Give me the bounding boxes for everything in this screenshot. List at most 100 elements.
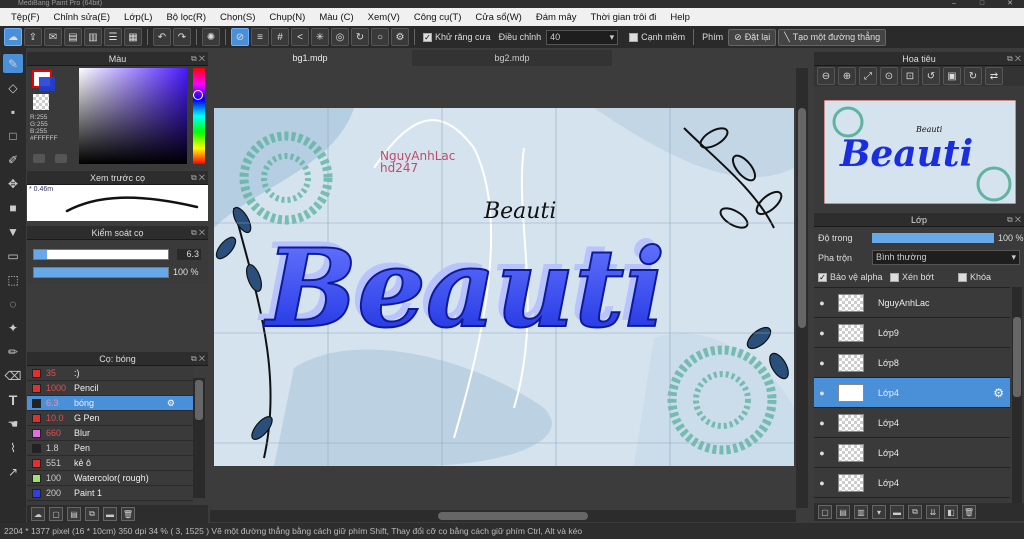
layer-row[interactable]: ● Lớp4 — [814, 408, 1010, 438]
lock-checkbox[interactable]: Khóa — [958, 272, 991, 283]
menu-snap[interactable]: Chụp(N) — [262, 12, 312, 23]
folder-icon[interactable]: ▬ — [103, 507, 117, 521]
select-eraser-icon[interactable]: ⌫ — [3, 366, 23, 385]
actual-size-icon[interactable]: ⊡ — [901, 67, 919, 85]
tab-bg1[interactable]: bg1.mdp — [210, 50, 410, 66]
color-pick-icon[interactable] — [55, 154, 67, 163]
flip-icon[interactable]: ⇄ — [985, 67, 1003, 85]
edge-checkbox[interactable]: Cạnh mềm — [626, 32, 688, 43]
brush-item[interactable]: 100 Watercolor( rough) — [27, 471, 193, 486]
visibility-icon[interactable]: ● — [814, 418, 830, 428]
menu-tools[interactable]: Công cụ(T) — [407, 12, 469, 23]
share-icon[interactable]: ⇪ — [24, 28, 42, 46]
menu-file[interactable]: Tệp(F) — [4, 12, 47, 23]
new-brush-icon[interactable]: ▢ — [49, 507, 63, 521]
rotate-left-icon[interactable]: ↺ — [922, 67, 940, 85]
brush-item[interactable]: 551 kẻ ô — [27, 456, 193, 471]
menu-view[interactable]: Xem(V) — [361, 12, 407, 23]
dot-tool-icon[interactable]: ▪ — [3, 102, 23, 121]
visibility-icon[interactable]: ● — [814, 448, 830, 458]
page-icon[interactable]: ▥ — [84, 28, 102, 46]
menu-color[interactable]: Màu (C) — [312, 12, 360, 23]
minimize-icon[interactable]: – — [940, 0, 968, 8]
move-tool-icon[interactable]: ✥ — [3, 174, 23, 193]
scrollbar-thumb[interactable] — [1013, 317, 1021, 397]
panel-float-icon[interactable]: ⧉ ✕ — [1007, 52, 1021, 66]
visibility-icon[interactable]: ● — [814, 388, 830, 398]
document-icon[interactable]: ▤ — [64, 28, 82, 46]
snap-ellipse-icon[interactable]: ○ — [371, 28, 389, 46]
snap-grid-icon[interactable]: # — [271, 28, 289, 46]
cloud-download-icon[interactable]: ☁ — [31, 507, 45, 521]
fit-window-icon[interactable]: ▣ — [943, 67, 961, 85]
edit-tool-icon[interactable]: ↗ — [3, 462, 23, 481]
snap-parallel-icon[interactable]: ≡ — [251, 28, 269, 46]
gradient-tool-icon[interactable]: ▭ — [3, 246, 23, 265]
layer-row[interactable]: ● Lớp9 — [814, 318, 1010, 348]
scrollbar-thumb[interactable] — [798, 108, 806, 328]
select-tool-icon[interactable]: ⬚ — [3, 270, 23, 289]
zoom-reset-icon[interactable]: ⊙ — [880, 67, 898, 85]
menu-select[interactable]: Chọn(S) — [213, 12, 262, 23]
eyedropper-tool-icon[interactable]: ⌇ — [3, 438, 23, 457]
rotate-right-icon[interactable]: ↻ — [964, 67, 982, 85]
layer-list-scrollbar[interactable] — [1012, 287, 1022, 503]
comment-icon[interactable]: ✉ — [44, 28, 62, 46]
fit-icon[interactable]: ⤢ — [859, 67, 877, 85]
layer-row[interactable]: ● Lớp4 — [814, 438, 1010, 468]
scrollbar-thumb[interactable] — [438, 512, 588, 520]
line-button[interactable]: ╲ Tạo một đường thẳng — [778, 28, 887, 46]
menu-cloud[interactable]: Đám mây — [529, 12, 584, 23]
snap-radial-icon[interactable]: ✳ — [311, 28, 329, 46]
hand-tool-icon[interactable]: ☚ — [3, 414, 23, 433]
visibility-icon[interactable]: ● — [814, 358, 830, 368]
snap-off-icon[interactable]: ⊘ — [231, 28, 249, 46]
brush-list-scrollbar[interactable] — [193, 378, 205, 498]
brush-item[interactable]: 1000 Pencil — [27, 381, 193, 396]
copy-brush-icon[interactable]: ⧉ — [85, 507, 99, 521]
cloud-icon[interactable]: ☁ — [4, 28, 22, 46]
duplicate-layer-icon[interactable]: ⧉ — [908, 505, 922, 519]
opacity-slider[interactable] — [33, 267, 169, 278]
layer-row[interactable]: ● NguyAnhLac — [814, 288, 1010, 318]
panel-float-icon[interactable]: ⧉ ✕ — [191, 171, 205, 185]
grid-page-icon[interactable]: ▦ — [124, 28, 142, 46]
new-layer-icon[interactable]: ▢ — [818, 505, 832, 519]
hue-slider[interactable] — [193, 68, 205, 164]
trash-icon[interactable]: 🗑 — [962, 505, 976, 519]
layer-row[interactable]: ● Lớp8 — [814, 348, 1010, 378]
fill-rect-tool-icon[interactable]: ■ — [3, 198, 23, 217]
protect-alpha-checkbox[interactable]: ✓ Bảo vệ alpha — [818, 272, 883, 283]
zoom-in-icon[interactable]: ⊕ — [838, 67, 856, 85]
add-layer-menu-icon[interactable]: ▾ — [872, 505, 886, 519]
scrollbar-thumb[interactable] — [195, 380, 203, 420]
snap-circle-icon[interactable]: ◎ — [331, 28, 349, 46]
close-icon[interactable]: ✕ — [996, 0, 1024, 8]
panel-float-icon[interactable]: ⧉ ✕ — [191, 352, 205, 366]
magic-wand-icon[interactable]: ✦ — [3, 318, 23, 337]
navigator-thumbnail[interactable]: Beauti Beauti — [824, 100, 1016, 204]
drawing-canvas[interactable]: NguyAnhLac hd247 Beauti Beauti Beauti — [214, 108, 794, 466]
visibility-icon[interactable]: ● — [814, 328, 830, 338]
panel-float-icon[interactable]: ⧉ ✕ — [1007, 213, 1021, 227]
brush-item[interactable]: 660 Blur — [27, 426, 193, 441]
maximize-icon[interactable]: □ — [968, 0, 996, 8]
saturation-value-picker[interactable] — [79, 68, 187, 164]
brush-item[interactable]: 35:) — [27, 366, 193, 381]
select-pen-icon[interactable]: ✏ — [3, 342, 23, 361]
layer-mask-icon[interactable]: ◧ — [944, 505, 958, 519]
loading-icon[interactable]: ✺ — [202, 28, 220, 46]
snap-vanish-icon[interactable]: < — [291, 28, 309, 46]
menu-timelapse[interactable]: Thời gian trôi đi — [584, 12, 664, 23]
layer-opacity-slider[interactable] — [872, 233, 994, 243]
brush-item-selected[interactable]: 6.3 bóng ⚙ — [27, 396, 193, 411]
reset-button[interactable]: ⊘ Đặt lại — [728, 28, 777, 46]
zoom-out-icon[interactable]: ⊖ — [817, 67, 835, 85]
visibility-icon[interactable]: ● — [814, 298, 830, 308]
redo-icon[interactable]: ↷ — [173, 28, 191, 46]
gear-icon[interactable]: ⚙ — [167, 398, 175, 409]
layer-row[interactable]: ● Lớp4 — [814, 468, 1010, 498]
menu-help[interactable]: Help — [663, 12, 697, 23]
brush-tool-icon[interactable]: ✎ — [3, 54, 23, 73]
menu-edit[interactable]: Chỉnh sửa(E) — [47, 12, 118, 23]
